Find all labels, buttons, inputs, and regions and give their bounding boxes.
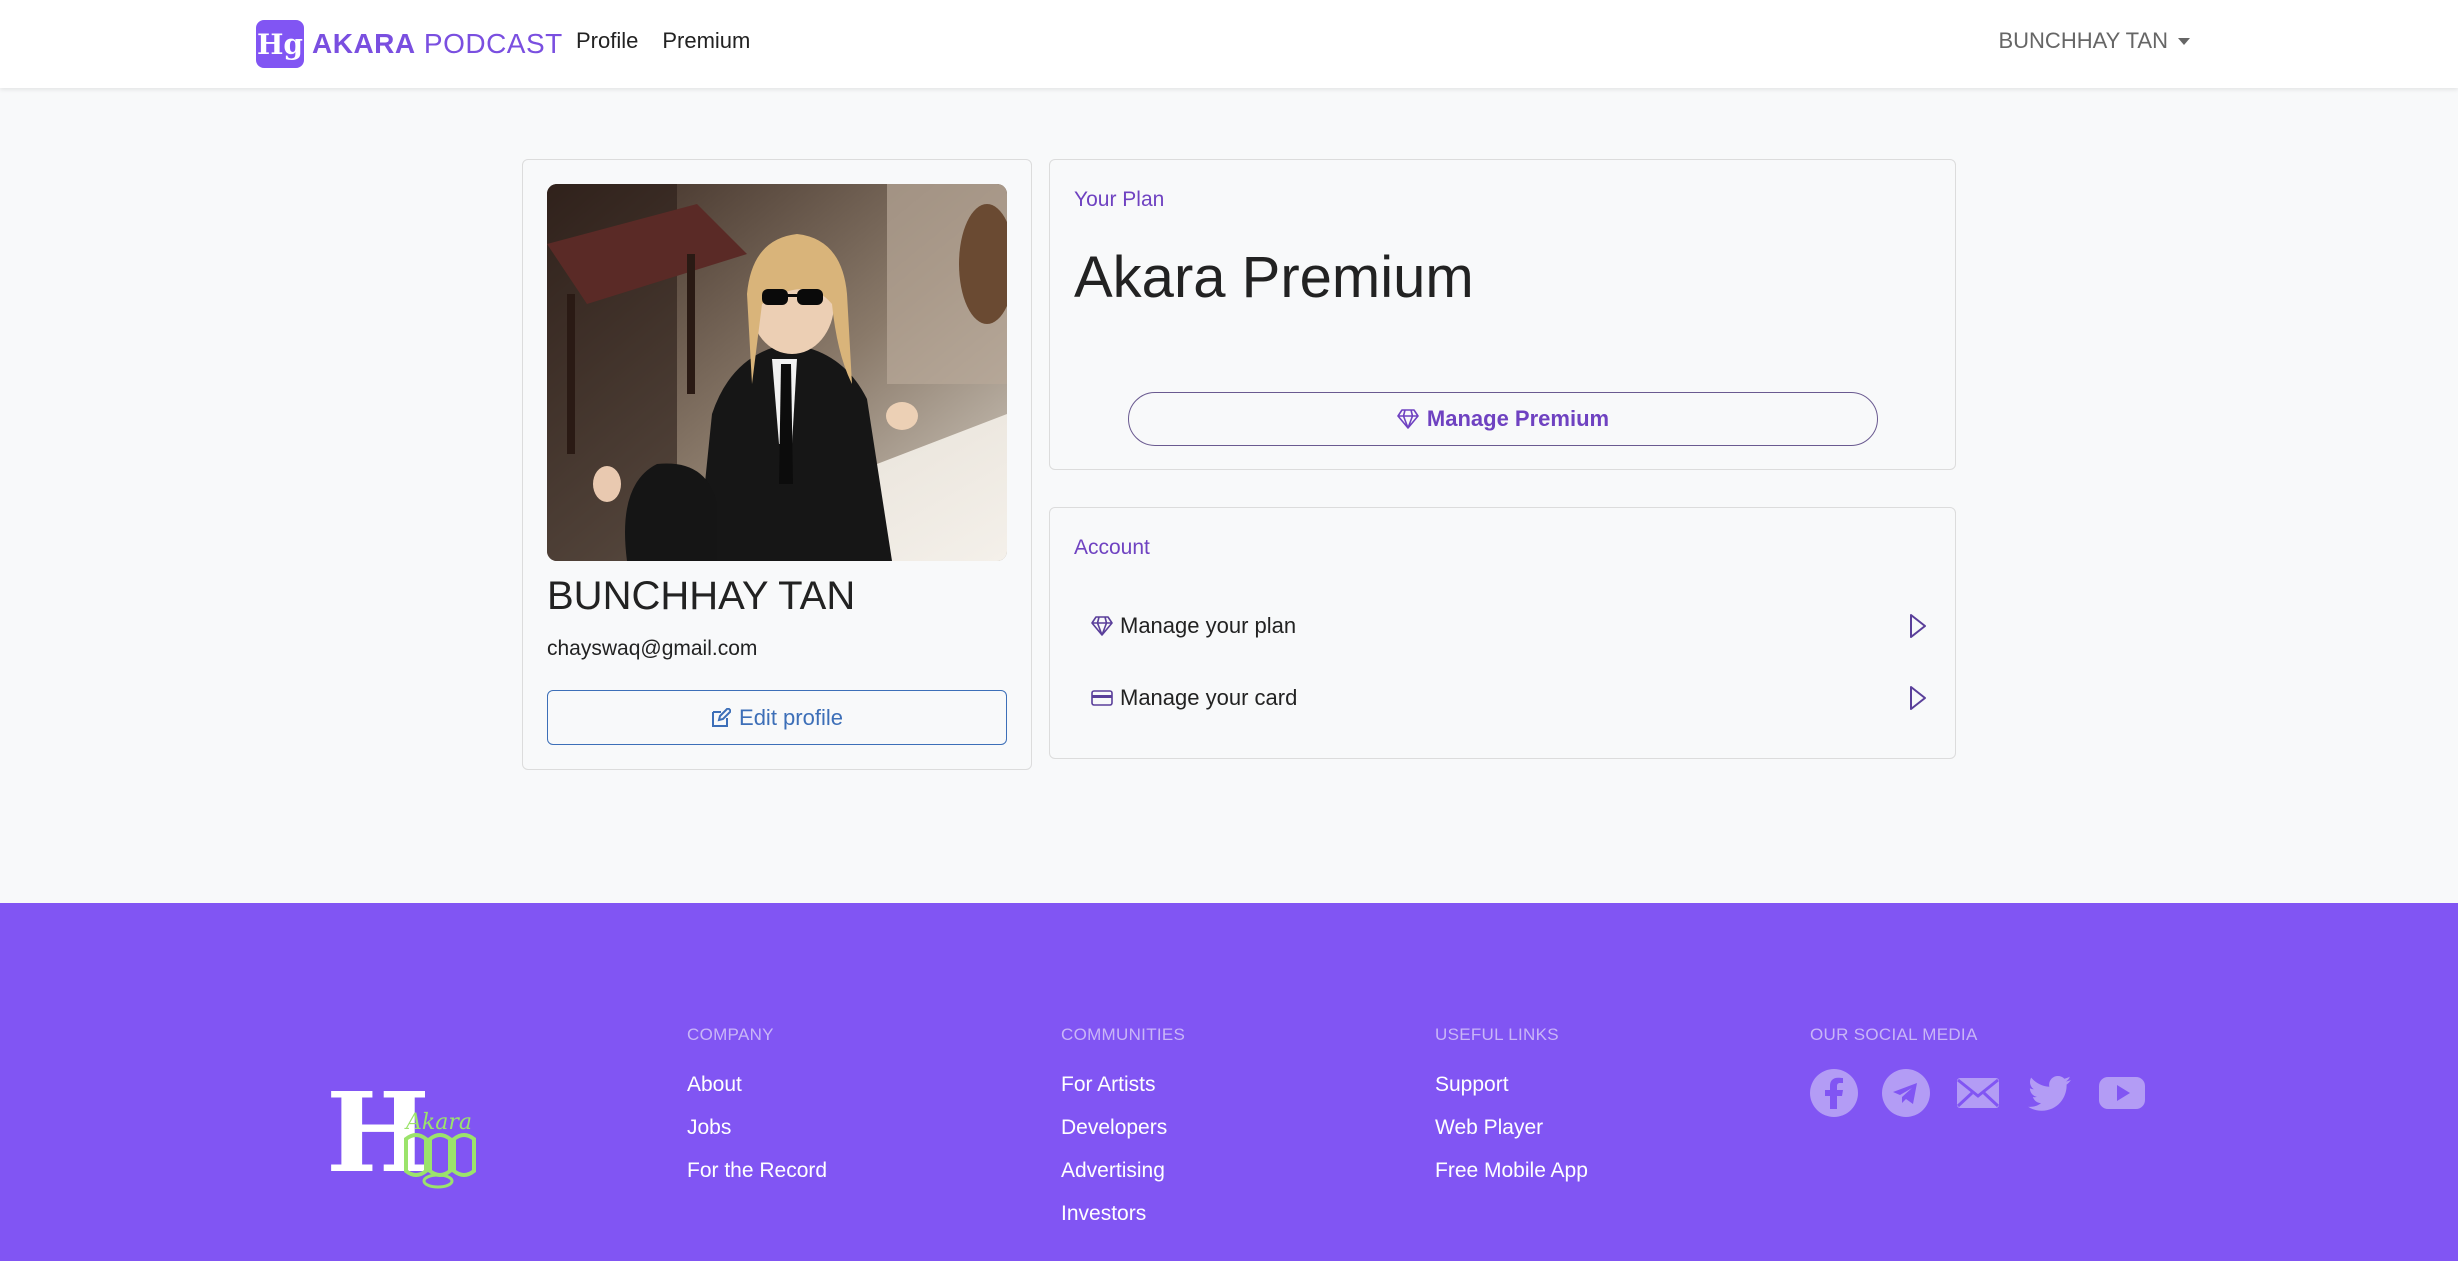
profile-photo xyxy=(547,184,1007,561)
play-arrow-icon xyxy=(1906,612,1930,640)
manage-plan-row[interactable]: Manage your plan xyxy=(1090,604,1930,648)
brand-link[interactable]: Hg AKARA PODCAST xyxy=(256,20,563,68)
footer-company-column: COMPANY About Jobs For the Record xyxy=(687,1025,827,1202)
footer-link-about[interactable]: About xyxy=(687,1073,827,1097)
footer-logo-text: Akara xyxy=(404,1110,472,1135)
footer-link-web-player[interactable]: Web Player xyxy=(1435,1116,1588,1140)
manage-premium-button[interactable]: Manage Premium xyxy=(1128,392,1878,446)
brand-name-bold: AKARA xyxy=(312,28,416,59)
gem-icon xyxy=(1090,614,1114,638)
brand-name-light: PODCAST xyxy=(423,28,563,59)
profile-card: BUNCHHAY TAN chayswaq@gmail.com Edit pro… xyxy=(522,159,1032,770)
user-menu-dropdown[interactable]: BUNCHHAY TAN xyxy=(1998,28,2190,54)
manage-card-label: Manage your card xyxy=(1120,685,1298,710)
play-arrow-icon xyxy=(1906,684,1930,712)
facebook-icon[interactable] xyxy=(1810,1069,1858,1117)
footer-link-developers[interactable]: Developers xyxy=(1061,1116,1185,1140)
navbar: Hg AKARA PODCAST Profile Premium BUNCHHA… xyxy=(0,0,2458,88)
main-nav: Profile Premium xyxy=(576,28,750,54)
brand-name: AKARA PODCAST xyxy=(312,28,563,60)
caret-down-icon xyxy=(2178,37,2190,45)
plan-card: Your Plan Akara Premium Manage Premium xyxy=(1049,159,1956,470)
footer-link-investors[interactable]: Investors xyxy=(1061,1202,1185,1226)
youtube-icon[interactable] xyxy=(2098,1069,2146,1117)
footer-link-for-artists[interactable]: For Artists xyxy=(1061,1073,1185,1097)
brand-logo: Hg xyxy=(256,20,304,68)
telegram-icon[interactable] xyxy=(1882,1069,1930,1117)
profile-name: BUNCHHAY TAN xyxy=(547,574,856,618)
edit-icon xyxy=(712,707,732,727)
footer-link-jobs[interactable]: Jobs xyxy=(687,1116,827,1140)
footer-link-advertising[interactable]: Advertising xyxy=(1061,1159,1185,1183)
footer-link-free-mobile-app[interactable]: Free Mobile App xyxy=(1435,1159,1588,1183)
footer-logo: H Akara xyxy=(318,1051,488,1197)
footer-useful-links-heading: USEFUL LINKS xyxy=(1435,1025,1559,1044)
edit-profile-button[interactable]: Edit profile xyxy=(547,690,1007,745)
social-icons xyxy=(1810,1069,2146,1117)
footer: H Akara COMPANY About Jobs For the Recor… xyxy=(0,903,2458,1261)
plan-title: Akara Premium xyxy=(1074,245,1474,310)
edit-profile-label: Edit profile xyxy=(739,704,843,730)
manage-plan-label: Manage your plan xyxy=(1120,613,1297,638)
nav-profile-link[interactable]: Profile xyxy=(576,28,638,54)
footer-link-support[interactable]: Support xyxy=(1435,1073,1588,1097)
account-label: Account xyxy=(1074,536,1150,559)
footer-social-heading: OUR SOCIAL MEDIA xyxy=(1810,1025,1978,1044)
plan-label: Your Plan xyxy=(1074,188,1165,211)
footer-useful-links-column: USEFUL LINKS Support Web Player Free Mob… xyxy=(1435,1025,1588,1202)
profile-email: chayswaq@gmail.com xyxy=(547,637,758,660)
user-menu-name: BUNCHHAY TAN xyxy=(1998,28,2168,53)
footer-link-for-the-record[interactable]: For the Record xyxy=(687,1159,827,1183)
footer-communities-heading: COMMUNITIES xyxy=(1061,1025,1186,1044)
footer-communities-column: COMMUNITIES For Artists Developers Adver… xyxy=(1061,1025,1185,1245)
footer-social-column: OUR SOCIAL MEDIA xyxy=(1810,1025,2146,1117)
twitter-icon[interactable] xyxy=(2026,1069,2074,1117)
nav-premium-link[interactable]: Premium xyxy=(662,28,750,54)
account-card: Account Manage your plan Manage your car… xyxy=(1049,507,1956,759)
gem-icon xyxy=(1397,409,1419,429)
manage-card-row[interactable]: Manage your card xyxy=(1090,676,1930,720)
mail-icon[interactable] xyxy=(1954,1069,2002,1117)
footer-company-heading: COMPANY xyxy=(687,1025,774,1044)
manage-premium-label: Manage Premium xyxy=(1426,406,1610,431)
credit-card-icon xyxy=(1090,686,1114,710)
